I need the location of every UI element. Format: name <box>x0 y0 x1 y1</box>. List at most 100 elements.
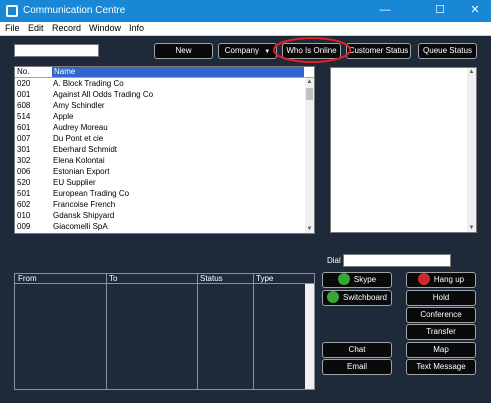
panel-scroll-down-icon[interactable]: ▼ <box>467 224 476 232</box>
menu-bar: File Edit Record Window Info <box>0 22 491 36</box>
transfer-label: Transfer <box>426 327 456 336</box>
column-header-name[interactable]: Name <box>52 67 304 77</box>
title-bar: Communication Centre — ☐ ✕ <box>0 0 491 22</box>
row-no: 520 <box>17 178 31 187</box>
row-no: 010 <box>17 211 31 220</box>
close-button[interactable]: ✕ <box>460 2 490 19</box>
table-row[interactable]: 001 Against All Odds Trading Co <box>15 90 304 101</box>
calls-scrollbar[interactable] <box>305 284 314 389</box>
menu-file[interactable]: File <box>5 23 20 33</box>
panel-scrollbar[interactable]: ▲ ▼ <box>467 68 476 232</box>
company-button-label: Company <box>224 46 260 55</box>
switchboard-phone-icon <box>326 290 339 303</box>
table-scrollbar[interactable]: ▲ ▼ <box>305 78 314 233</box>
row-no: 601 <box>17 123 31 132</box>
row-no: 001 <box>17 90 31 99</box>
map-label: Map <box>433 345 449 354</box>
text-message-button[interactable]: Text Message <box>406 359 476 375</box>
calls-header-to[interactable]: To <box>109 274 117 283</box>
row-no: 302 <box>17 156 31 165</box>
calls-header-status[interactable]: Status <box>200 274 223 283</box>
scroll-down-icon[interactable]: ▼ <box>305 225 314 233</box>
transfer-button[interactable]: Transfer <box>406 324 476 340</box>
company-dropdown-button[interactable]: Company ▼ <box>218 43 277 59</box>
row-no: 501 <box>17 189 31 198</box>
window-title: Communication Centre <box>23 5 126 16</box>
row-name: Elena Kolontai <box>53 156 105 165</box>
row-name: Du Pont et cie <box>53 134 104 143</box>
table-row[interactable]: 009 Giacomelli SpA <box>15 222 304 233</box>
skype-label: Skype <box>353 275 377 284</box>
row-no: 006 <box>17 167 31 176</box>
email-button[interactable]: Email <box>322 359 392 375</box>
row-no: 007 <box>17 134 31 143</box>
dial-input[interactable] <box>343 254 451 267</box>
table-row[interactable]: 501 European Trading Co <box>15 189 304 200</box>
online-status-panel: ▲ ▼ <box>330 67 477 233</box>
table-row[interactable]: 608 Amy Schindler <box>15 101 304 112</box>
row-name: Amy Schindler <box>53 101 105 110</box>
row-no: 301 <box>17 145 31 154</box>
contacts-table: No. Name 020 A. Block Trading Co 001 Agains… <box>14 66 315 234</box>
row-name: Gdansk Shipyard <box>53 211 115 220</box>
row-name: Estonian Export <box>53 167 110 176</box>
table-row[interactable]: 520 EU Supplier <box>15 178 304 189</box>
calls-header-type[interactable]: Type <box>256 274 273 283</box>
table-row[interactable]: 302 Elena Kolontai <box>15 156 304 167</box>
row-no: 608 <box>17 101 31 110</box>
menu-window[interactable]: Window <box>89 23 121 33</box>
table-row[interactable]: 020 A. Block Trading Co <box>15 79 304 90</box>
chat-button[interactable]: Chat <box>322 342 392 358</box>
table-row[interactable]: 602 Francoise French <box>15 200 304 211</box>
queue-status-label: Queue Status <box>423 46 472 55</box>
app-icon <box>6 5 18 17</box>
table-header: No. Name <box>15 67 314 78</box>
row-name: Against All Odds Trading Co <box>53 90 154 99</box>
new-button[interactable]: New <box>154 43 213 59</box>
minimize-button[interactable]: — <box>370 2 400 19</box>
search-input[interactable] <box>14 44 99 57</box>
row-name: Audrey Moreau <box>53 123 108 132</box>
hang-up-label: Hang up <box>433 275 465 284</box>
calls-table: From To Status Type <box>14 273 315 390</box>
table-row[interactable]: 010 Gdansk Shipyard <box>15 211 304 222</box>
queue-status-button[interactable]: Queue Status <box>418 43 477 59</box>
menu-info[interactable]: Info <box>129 23 144 33</box>
calls-header-from[interactable]: From <box>18 274 37 283</box>
calls-column-status <box>198 274 254 389</box>
map-button[interactable]: Map <box>406 342 476 358</box>
panel-scroll-up-icon[interactable]: ▲ <box>467 68 476 76</box>
row-no: 020 <box>17 79 31 88</box>
switchboard-button[interactable]: Switchboard <box>322 290 392 306</box>
row-name: A. Block Trading Co <box>53 79 124 88</box>
dropdown-arrow-icon: ▼ <box>264 49 271 55</box>
row-name: EU Supplier <box>53 178 96 187</box>
scroll-thumb[interactable] <box>306 88 313 100</box>
row-name: Giacomelli SpA <box>53 222 108 231</box>
row-no: 602 <box>17 200 31 209</box>
row-name: Francoise French <box>53 200 116 209</box>
menu-edit[interactable]: Edit <box>28 23 44 33</box>
hang-up-button[interactable]: Hang up <box>406 272 476 288</box>
customer-status-button[interactable]: Customer Status <box>346 43 411 59</box>
maximize-button[interactable]: ☐ <box>425 2 455 19</box>
hold-button[interactable]: Hold <box>406 290 476 306</box>
menu-record[interactable]: Record <box>52 23 81 33</box>
row-no: 514 <box>17 112 31 121</box>
table-row[interactable]: 006 Estonian Export <box>15 167 304 178</box>
scroll-up-icon[interactable]: ▲ <box>305 78 314 86</box>
table-row[interactable]: 007 Du Pont et cie <box>15 134 304 145</box>
hang-up-icon <box>417 272 430 285</box>
calls-column-from <box>15 274 107 389</box>
table-row[interactable]: 301 Eberhard Schmidt <box>15 145 304 156</box>
conference-button[interactable]: Conference <box>406 307 476 323</box>
table-row[interactable]: 601 Audrey Moreau <box>15 123 304 134</box>
switchboard-label: Switchboard <box>342 293 388 302</box>
email-label: Email <box>346 362 367 371</box>
chat-label: Chat <box>348 345 366 354</box>
conference-label: Conference <box>420 310 462 319</box>
column-header-no[interactable]: No. <box>16 67 52 77</box>
calls-column-to <box>107 274 198 389</box>
table-row[interactable]: 514 Apple <box>15 112 304 123</box>
skype-button[interactable]: Skype <box>322 272 392 288</box>
